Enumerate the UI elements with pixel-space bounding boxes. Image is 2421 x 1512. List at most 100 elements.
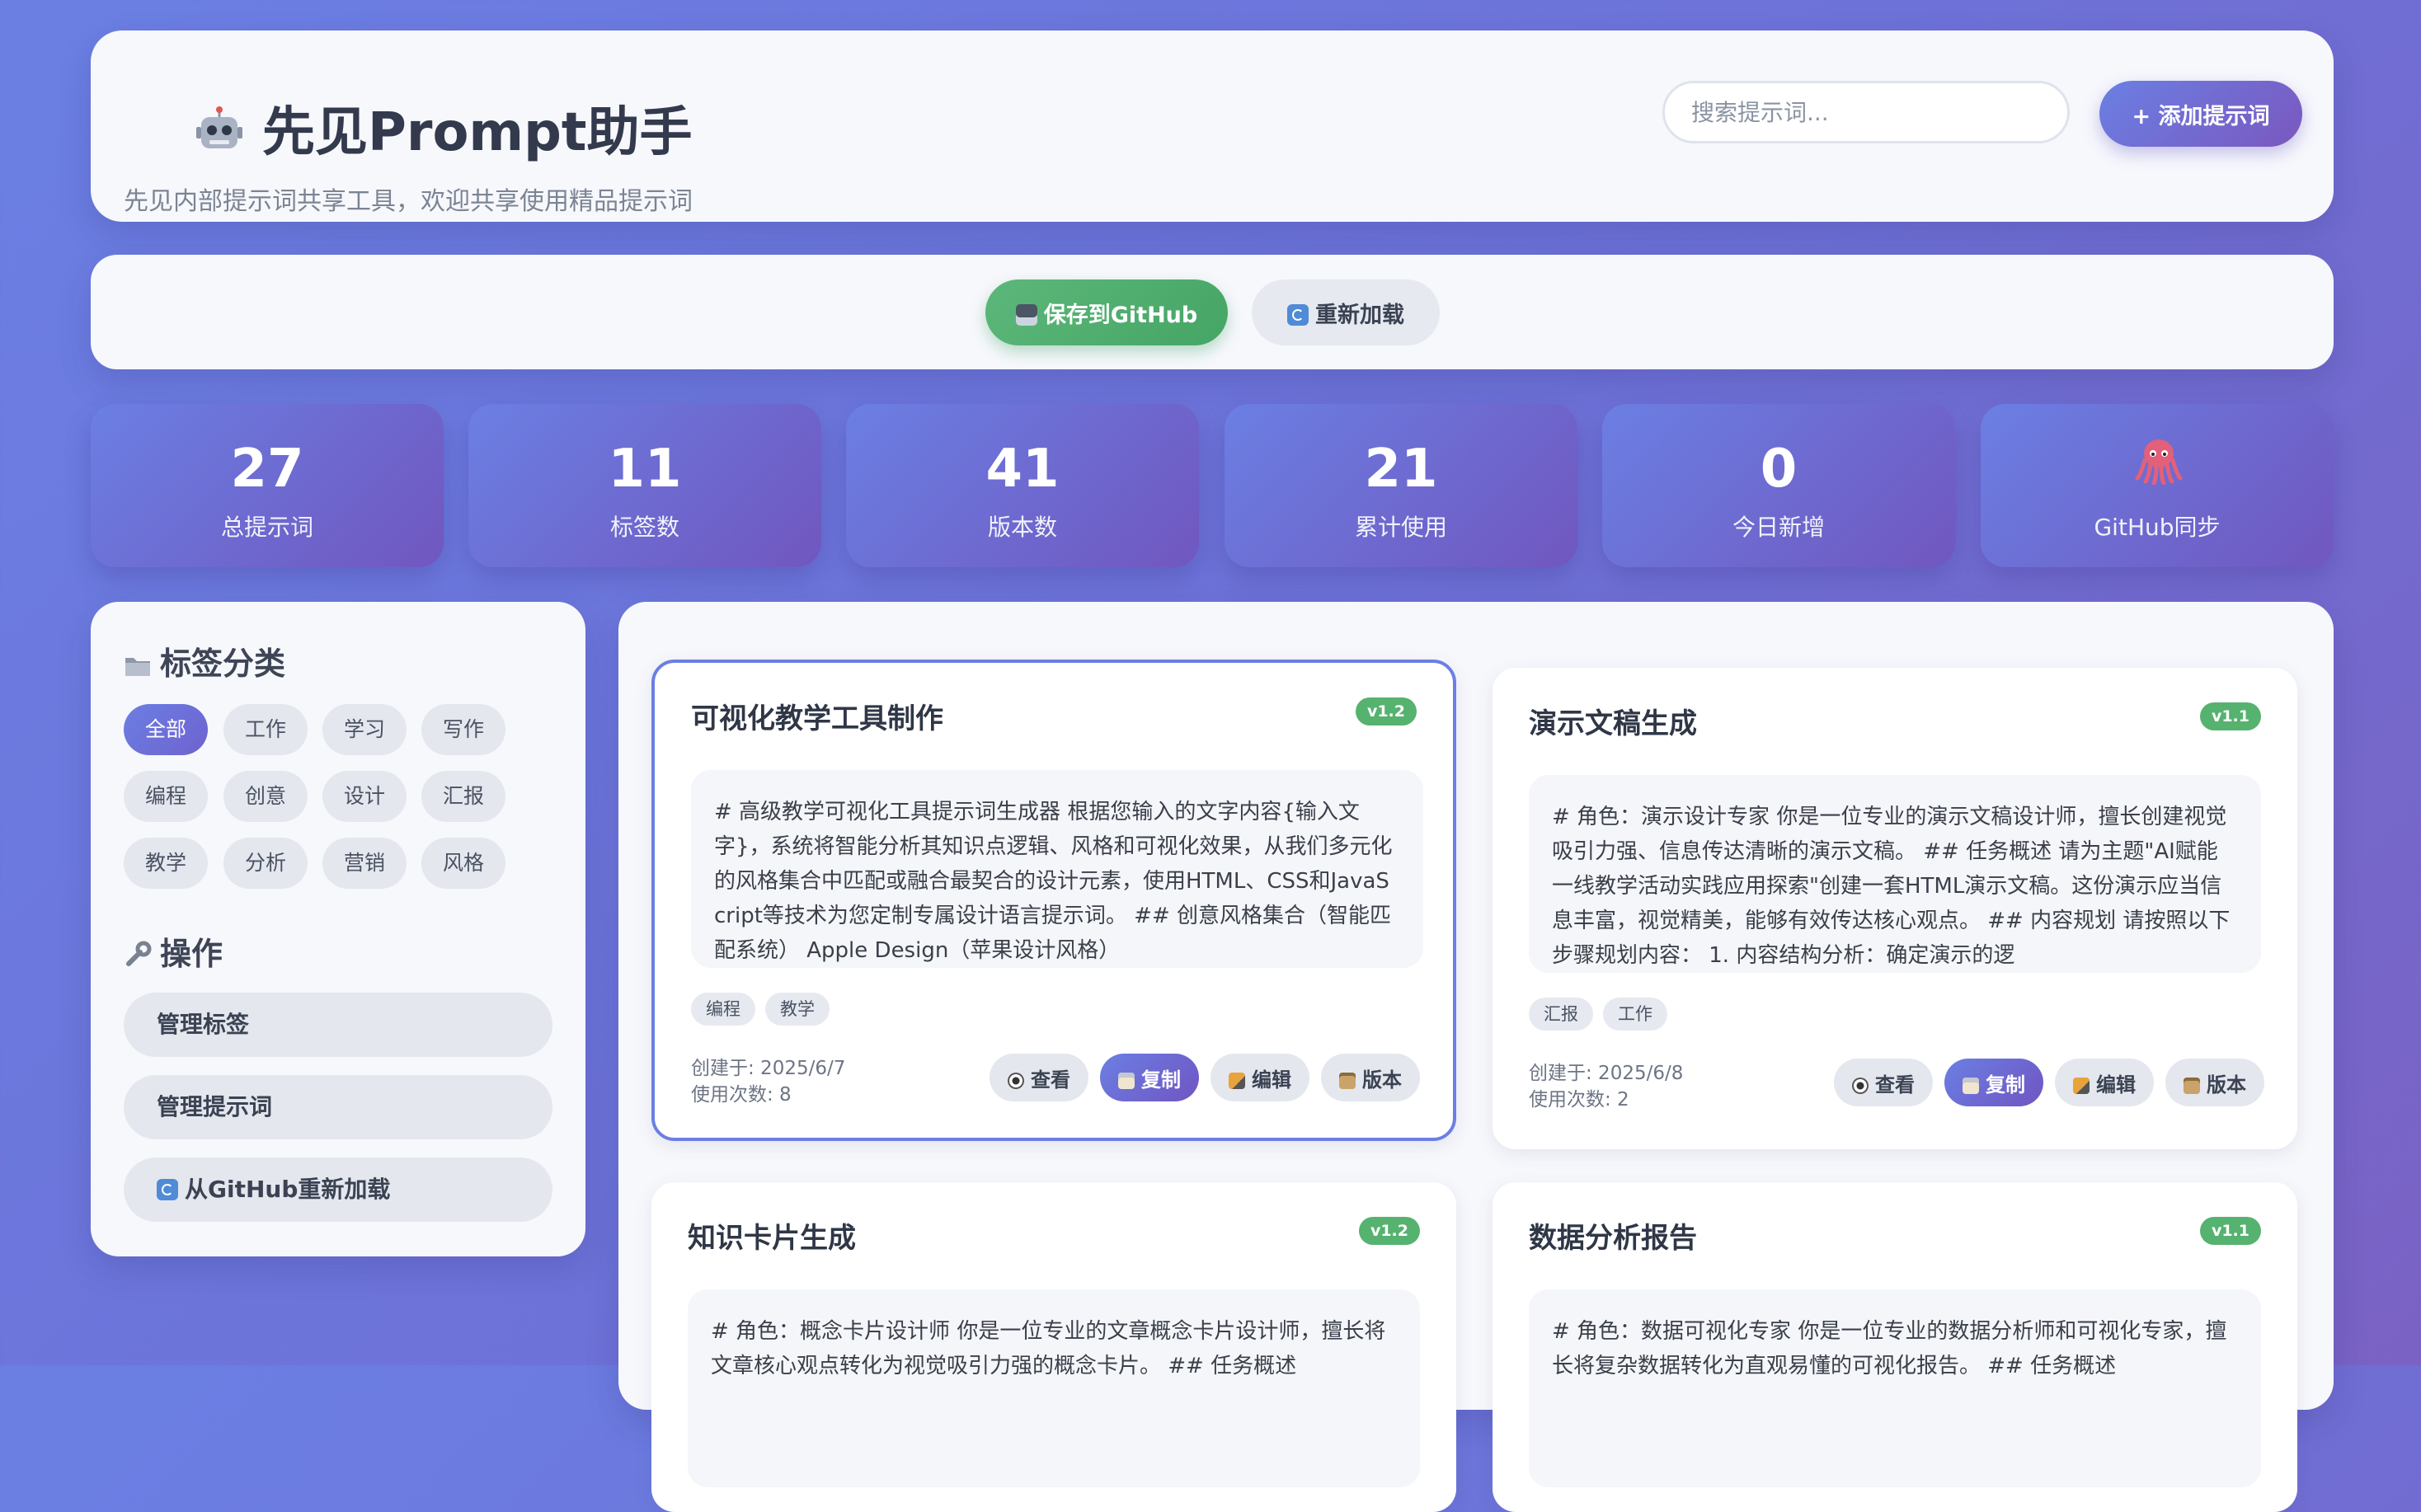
tag-filter-report[interactable]: 汇报 xyxy=(421,771,505,822)
version-badge: v1.1 xyxy=(2199,702,2261,730)
view-button[interactable]: 查看 xyxy=(990,1054,1088,1101)
ops-section-title: 操作 xyxy=(124,928,223,974)
tag-filter-creative[interactable]: 创意 xyxy=(223,771,308,822)
stat-card-today-new: 0 今日新增 xyxy=(1602,404,1955,567)
stat-value: 21 xyxy=(1364,439,1438,500)
version-badge: v1.1 xyxy=(2199,1217,2261,1245)
floppy-icon xyxy=(1015,303,1037,326)
stat-value: 41 xyxy=(985,439,1060,500)
stat-card-tags: 11 标签数 xyxy=(468,404,821,567)
prompt-list-panel: 可视化教学工具制作 v1.2 # 高级教学可视化工具提示词生成器 根据您输入的文… xyxy=(618,602,2334,1512)
save-to-github-button[interactable]: 保存到GitHub xyxy=(985,279,1228,345)
prompt-tag: 汇报 xyxy=(1529,998,1593,1031)
prompt-card-title: 知识卡片生成 xyxy=(688,1222,856,1255)
clipboard-icon xyxy=(1118,1072,1135,1089)
toolbar-panel: 保存到GitHub 重新加载 xyxy=(91,255,2334,369)
version-label: 版本 xyxy=(2207,1073,2246,1096)
copy-label: 复制 xyxy=(1986,1073,2025,1096)
header-panel: 先见Prompt助手 先见内部提示词共享工具，欢迎共享使用精品提示词 + 添加提… xyxy=(91,31,2334,222)
usage-count: 使用次数: 8 xyxy=(691,1084,792,1106)
tag-filter-analysis[interactable]: 分析 xyxy=(223,838,308,889)
version-badge: v1.2 xyxy=(1355,697,1417,725)
edit-button[interactable]: 编辑 xyxy=(2055,1059,2154,1106)
version-button[interactable]: 版本 xyxy=(1321,1054,1420,1101)
edit-button[interactable]: 编辑 xyxy=(1210,1054,1309,1101)
stat-value: 11 xyxy=(608,439,682,500)
stat-label: 版本数 xyxy=(987,514,1057,541)
prompt-card-tags: 编程 教学 xyxy=(691,993,839,1026)
stat-label: 今日新增 xyxy=(1732,514,1825,541)
search-input[interactable] xyxy=(1662,81,2070,143)
clipboard-icon xyxy=(1963,1077,1979,1094)
tag-filter-writing[interactable]: 写作 xyxy=(421,704,505,755)
scroll-icon xyxy=(2184,1077,2200,1094)
tag-filter-design[interactable]: 设计 xyxy=(322,771,407,822)
app-title: 先见Prompt助手 xyxy=(195,90,693,166)
tag-filter-study[interactable]: 学习 xyxy=(322,704,407,755)
version-button[interactable]: 版本 xyxy=(2165,1059,2264,1106)
tag-filter-all[interactable]: 全部 xyxy=(124,704,208,755)
stat-value: 0 xyxy=(1760,439,1798,500)
prompt-card[interactable]: 演示文稿生成 v1.1 # 角色：演示设计专家 你是一位专业的演示文稿设计师，擅… xyxy=(1493,668,2297,1149)
github-reload-button[interactable]: 从GitHub重新加载 xyxy=(124,1157,552,1222)
view-button[interactable]: 查看 xyxy=(1834,1059,1933,1106)
tag-filter-style[interactable]: 风格 xyxy=(421,838,505,889)
prompt-tag: 编程 xyxy=(691,993,755,1026)
eye-icon xyxy=(1852,1077,1869,1094)
ops-section-title-text: 操作 xyxy=(160,936,223,972)
github-reload-label: 从GitHub重新加载 xyxy=(185,1176,391,1203)
add-prompt-button[interactable]: + 添加提示词 xyxy=(2099,81,2302,147)
reload-label: 重新加载 xyxy=(1315,302,1404,328)
version-badge: v1.2 xyxy=(1358,1217,1420,1245)
prompt-card-title: 演示文稿生成 xyxy=(1529,707,1697,740)
stat-card-versions: 41 版本数 xyxy=(846,404,1199,567)
stat-label: 总提示词 xyxy=(220,514,313,541)
version-label: 版本 xyxy=(1362,1068,1402,1092)
tags-section-title-text: 标签分类 xyxy=(160,646,286,682)
prompt-card-title: 可视化教学工具制作 xyxy=(691,702,943,735)
manage-tags-button[interactable]: 管理标签 xyxy=(124,993,552,1057)
pencil-icon xyxy=(2073,1077,2090,1094)
manage-prompts-button[interactable]: 管理提示词 xyxy=(124,1075,552,1139)
prompt-card-meta: 创建于: 2025/6/8 使用次数: 2 xyxy=(1529,1060,1683,1113)
stat-label: 累计使用 xyxy=(1354,514,1447,541)
reload-icon xyxy=(157,1179,178,1200)
tag-filter-marketing[interactable]: 营销 xyxy=(322,838,407,889)
folder-icon xyxy=(125,658,150,676)
octopus-icon xyxy=(2135,439,2183,485)
reload-button[interactable]: 重新加载 xyxy=(1252,279,1440,345)
pencil-icon xyxy=(1229,1072,1245,1089)
copy-button[interactable]: 复制 xyxy=(1944,1059,2043,1106)
stat-value: 27 xyxy=(230,439,304,500)
prompt-card-tags: 汇报 工作 xyxy=(1529,998,1677,1031)
app-subtitle: 先见内部提示词共享工具，欢迎共享使用精品提示词 xyxy=(124,187,693,216)
tag-filter-teaching[interactable]: 教学 xyxy=(124,838,208,889)
prompt-card-content: # 高级教学可视化工具提示词生成器 根据您输入的文字内容{输入文字}，系统将智能… xyxy=(691,770,1423,968)
stat-card-total-usage: 21 累计使用 xyxy=(1225,404,1577,567)
tag-filter-coding[interactable]: 编程 xyxy=(124,771,208,822)
prompt-card-content: # 角色：概念卡片设计师 你是一位专业的文章概念卡片设计师，擅长将文章核心观点转… xyxy=(688,1289,1420,1487)
stat-label: GitHub同步 xyxy=(2094,514,2221,541)
reload-icon xyxy=(1287,303,1309,326)
prompt-card-title: 数据分析报告 xyxy=(1529,1222,1697,1255)
prompt-tag: 工作 xyxy=(1603,998,1667,1031)
app-title-text: 先见Prompt助手 xyxy=(262,102,693,163)
scroll-icon xyxy=(1339,1072,1356,1089)
sidebar-panel: 标签分类 全部 工作 学习 写作 编程 创意 设计 汇报 教学 分析 营销 风格… xyxy=(91,602,585,1256)
eye-icon xyxy=(1008,1072,1024,1089)
view-label: 查看 xyxy=(1031,1068,1070,1092)
prompt-card[interactable]: 可视化教学工具制作 v1.2 # 高级教学可视化工具提示词生成器 根据您输入的文… xyxy=(651,660,1456,1141)
prompt-tag: 教学 xyxy=(765,993,830,1026)
prompt-card[interactable]: 知识卡片生成 v1.2 # 角色：概念卡片设计师 你是一位专业的文章概念卡片设计… xyxy=(651,1182,1456,1512)
stat-card-github-sync[interactable]: GitHub同步 xyxy=(1981,404,2334,567)
prompt-card[interactable]: 数据分析报告 v1.1 # 角色：数据可视化专家 你是一位专业的数据分析师和可视… xyxy=(1493,1182,2297,1512)
view-label: 查看 xyxy=(1875,1073,1915,1096)
tag-filter-work[interactable]: 工作 xyxy=(223,704,308,755)
wrench-icon xyxy=(126,941,152,966)
stat-label: 标签数 xyxy=(609,514,679,541)
copy-button[interactable]: 复制 xyxy=(1100,1054,1199,1101)
save-to-github-label: 保存到GitHub xyxy=(1043,302,1198,328)
robot-icon xyxy=(196,106,242,148)
usage-count: 使用次数: 2 xyxy=(1529,1089,1629,1111)
edit-label: 编辑 xyxy=(2096,1073,2136,1096)
